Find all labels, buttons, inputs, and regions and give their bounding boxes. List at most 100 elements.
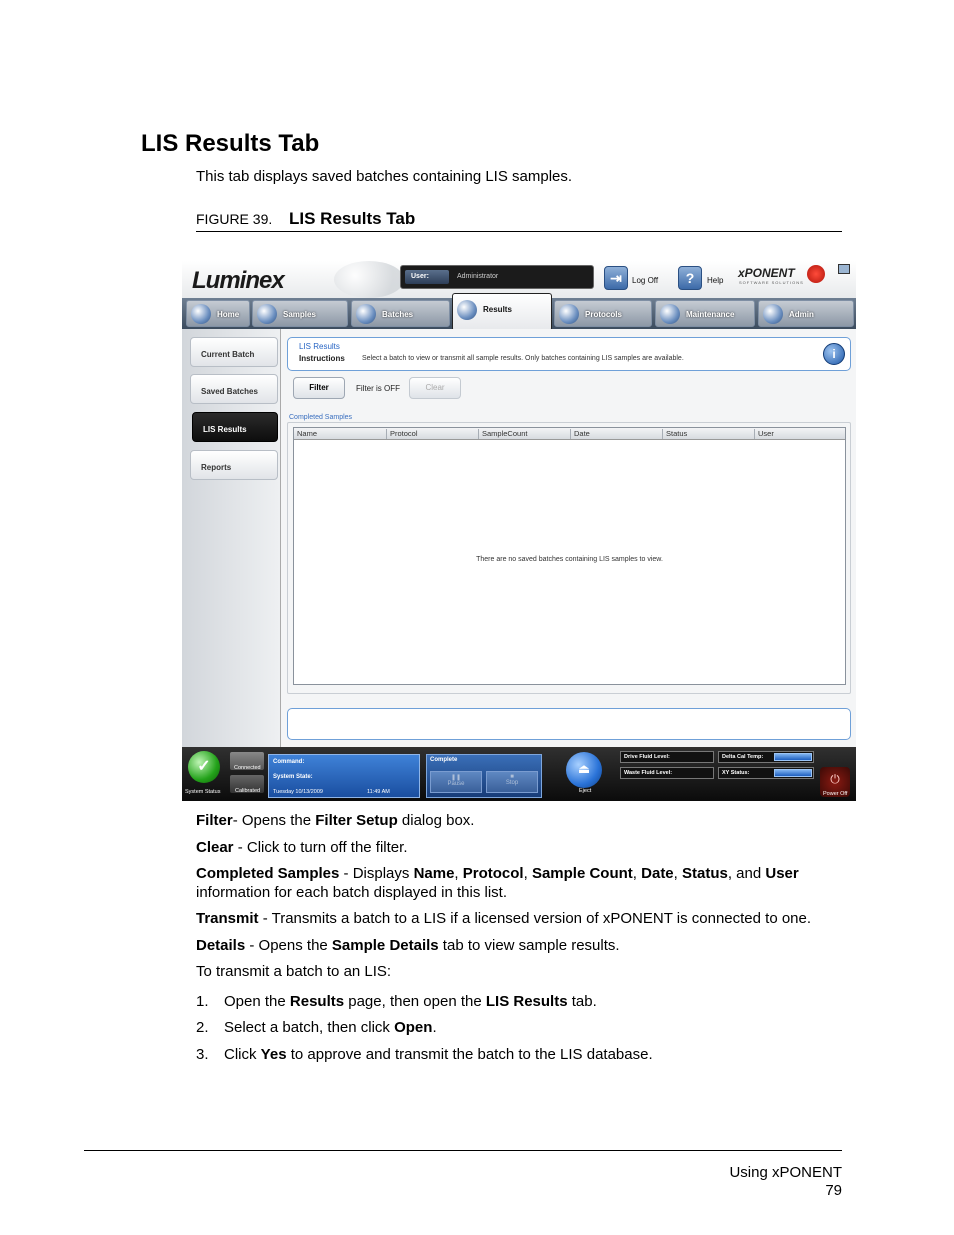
term: Filter bbox=[196, 812, 233, 829]
eject-label: Eject bbox=[579, 788, 592, 794]
logoff-button[interactable]: Log Off bbox=[632, 276, 658, 285]
term: Yes bbox=[260, 1046, 287, 1063]
term: Transmit bbox=[196, 910, 259, 927]
desc-transmit: Transmit - Transmits a batch to a LIS if… bbox=[196, 909, 846, 928]
clear-button[interactable]: Clear bbox=[409, 377, 461, 399]
help-icon[interactable]: ? bbox=[678, 266, 702, 290]
protocols-icon bbox=[559, 304, 579, 324]
user-box: User: Administrator bbox=[400, 265, 594, 289]
logo-decoration bbox=[334, 261, 404, 298]
status-time: 11:49 AM bbox=[367, 789, 390, 795]
xponent-brand-sub: SOFTWARE SOLUTIONS bbox=[739, 280, 804, 285]
tab-label: Admin bbox=[789, 310, 814, 319]
figure-number: FIGURE 39. bbox=[196, 211, 273, 227]
filter-button[interactable]: Filter bbox=[293, 377, 345, 399]
term: Sample Details bbox=[331, 937, 439, 954]
column-name[interactable]: Name bbox=[294, 429, 386, 439]
step-number: 3. bbox=[196, 1046, 209, 1063]
term: Date bbox=[641, 865, 674, 882]
calibrated-label: Calibrated bbox=[235, 788, 261, 794]
text: - Transmits a batch to a LIS if a licens… bbox=[258, 910, 812, 927]
tab-samples[interactable]: Samples bbox=[252, 300, 348, 327]
desc-completed-samples: Completed Samples - Displays Name, Proto… bbox=[196, 865, 799, 901]
term: Results bbox=[289, 993, 345, 1010]
text: - Opens the bbox=[245, 937, 332, 954]
step-number: 1. bbox=[196, 993, 209, 1010]
text: Open the bbox=[224, 993, 290, 1010]
text: Click bbox=[224, 1046, 261, 1063]
column-date[interactable]: Date bbox=[570, 429, 662, 439]
instructions-text: Select a batch to view or transmit all s… bbox=[362, 355, 684, 362]
system-status-check-icon[interactable]: ✓ bbox=[188, 751, 220, 783]
tab-label: Results bbox=[483, 305, 512, 314]
figure-title: LIS Results Tab bbox=[289, 209, 416, 228]
app-screenshot: Luminex User: Administrator ⇥ Log Off ? … bbox=[182, 261, 856, 801]
filter-status: Filter is OFF bbox=[356, 384, 400, 393]
text: to approve and transmit the batch to the… bbox=[286, 1046, 653, 1063]
tab-home[interactable]: Home bbox=[186, 300, 250, 327]
instructions-panel: LIS Results Instructions Select a batch … bbox=[287, 337, 851, 371]
tab-admin[interactable]: Admin bbox=[758, 300, 854, 327]
completed-samples-table[interactable]: Name Protocol SampleCount Date Status Us… bbox=[293, 427, 846, 685]
term: Filter Setup bbox=[315, 812, 398, 829]
side-tab-saved-batches[interactable]: Saved Batches bbox=[190, 374, 278, 404]
tab-maintenance[interactable]: Maintenance bbox=[655, 300, 755, 327]
pause-label: Pause bbox=[447, 781, 465, 787]
status-bar: ✓ System Status Connected Calibrated Com… bbox=[182, 747, 856, 801]
run-status: Complete bbox=[430, 757, 458, 763]
figure-caption: FIGURE 39. LIS Results Tab bbox=[196, 208, 842, 232]
run-control-panel: Complete ❚❚ Pause ■ Stop bbox=[426, 754, 542, 798]
xponent-brand: xPONENT bbox=[738, 266, 795, 280]
results-sidebar: Current Batch Saved Batches LIS Results … bbox=[182, 329, 280, 747]
empty-message: There are no saved batches containing LI… bbox=[476, 556, 663, 563]
tab-protocols[interactable]: Protocols bbox=[554, 300, 652, 327]
help-button[interactable]: Help bbox=[707, 276, 723, 285]
text: - Click to turn off the filter. bbox=[233, 839, 408, 856]
maintenance-icon bbox=[660, 304, 680, 324]
column-status[interactable]: Status bbox=[662, 429, 754, 439]
main-nav: Home Samples Batches Results Protocols M… bbox=[182, 293, 856, 331]
side-tab-reports[interactable]: Reports bbox=[190, 450, 278, 480]
column-protocol[interactable]: Protocol bbox=[386, 429, 478, 439]
samples-icon bbox=[257, 304, 277, 324]
desc-clear: Clear - Click to turn off the filter. bbox=[196, 838, 846, 857]
term: LIS Results bbox=[485, 993, 568, 1010]
info-icon[interactable]: i bbox=[823, 343, 845, 365]
admin-icon bbox=[763, 304, 783, 324]
term: Completed Samples bbox=[196, 865, 340, 882]
text: information for each batch displayed in … bbox=[196, 884, 507, 901]
side-tab-lis-results[interactable]: LIS Results bbox=[192, 412, 278, 442]
term: Status bbox=[682, 865, 728, 882]
tab-label: Batches bbox=[382, 310, 414, 319]
step-number: 2. bbox=[196, 1019, 209, 1036]
system-state-label: System State: bbox=[273, 774, 313, 780]
tab-results[interactable]: Results bbox=[452, 293, 552, 331]
eject-icon[interactable]: ⏏ bbox=[566, 752, 602, 788]
instructions-label: Instructions bbox=[299, 354, 345, 363]
page-heading: LIS Results Tab bbox=[141, 130, 320, 157]
tab-batches[interactable]: Batches bbox=[351, 300, 450, 327]
footer-section: Using xPONENT bbox=[729, 1164, 842, 1181]
term: Details bbox=[196, 937, 246, 954]
tab-label: Home bbox=[217, 310, 240, 319]
column-sample-count[interactable]: SampleCount bbox=[478, 429, 570, 439]
tab-label: Samples bbox=[283, 310, 316, 319]
text: , and bbox=[727, 865, 766, 882]
luminex-logo: Luminex bbox=[192, 267, 285, 294]
term: Protocol bbox=[462, 865, 524, 882]
text: - Displays bbox=[339, 865, 414, 882]
xy-status-bar bbox=[774, 769, 812, 777]
table-header: Name Protocol SampleCount Date Status Us… bbox=[294, 428, 845, 440]
pause-button[interactable]: ❚❚ Pause bbox=[430, 771, 482, 793]
footer-page-number: 79 bbox=[825, 1182, 842, 1199]
text: Select a batch, then click bbox=[224, 1019, 395, 1036]
stop-button[interactable]: ■ Stop bbox=[486, 771, 538, 793]
user-label: User: bbox=[405, 270, 449, 284]
window-minimize-icon[interactable] bbox=[838, 264, 850, 274]
waste-fluid-level: Waste Fluid Level: bbox=[620, 767, 714, 779]
delta-cal-temp-bar bbox=[774, 753, 812, 761]
text: tab. bbox=[567, 993, 597, 1010]
logoff-icon[interactable]: ⇥ bbox=[604, 266, 628, 290]
column-user[interactable]: User bbox=[754, 429, 845, 439]
side-tab-current-batch[interactable]: Current Batch bbox=[190, 337, 278, 367]
